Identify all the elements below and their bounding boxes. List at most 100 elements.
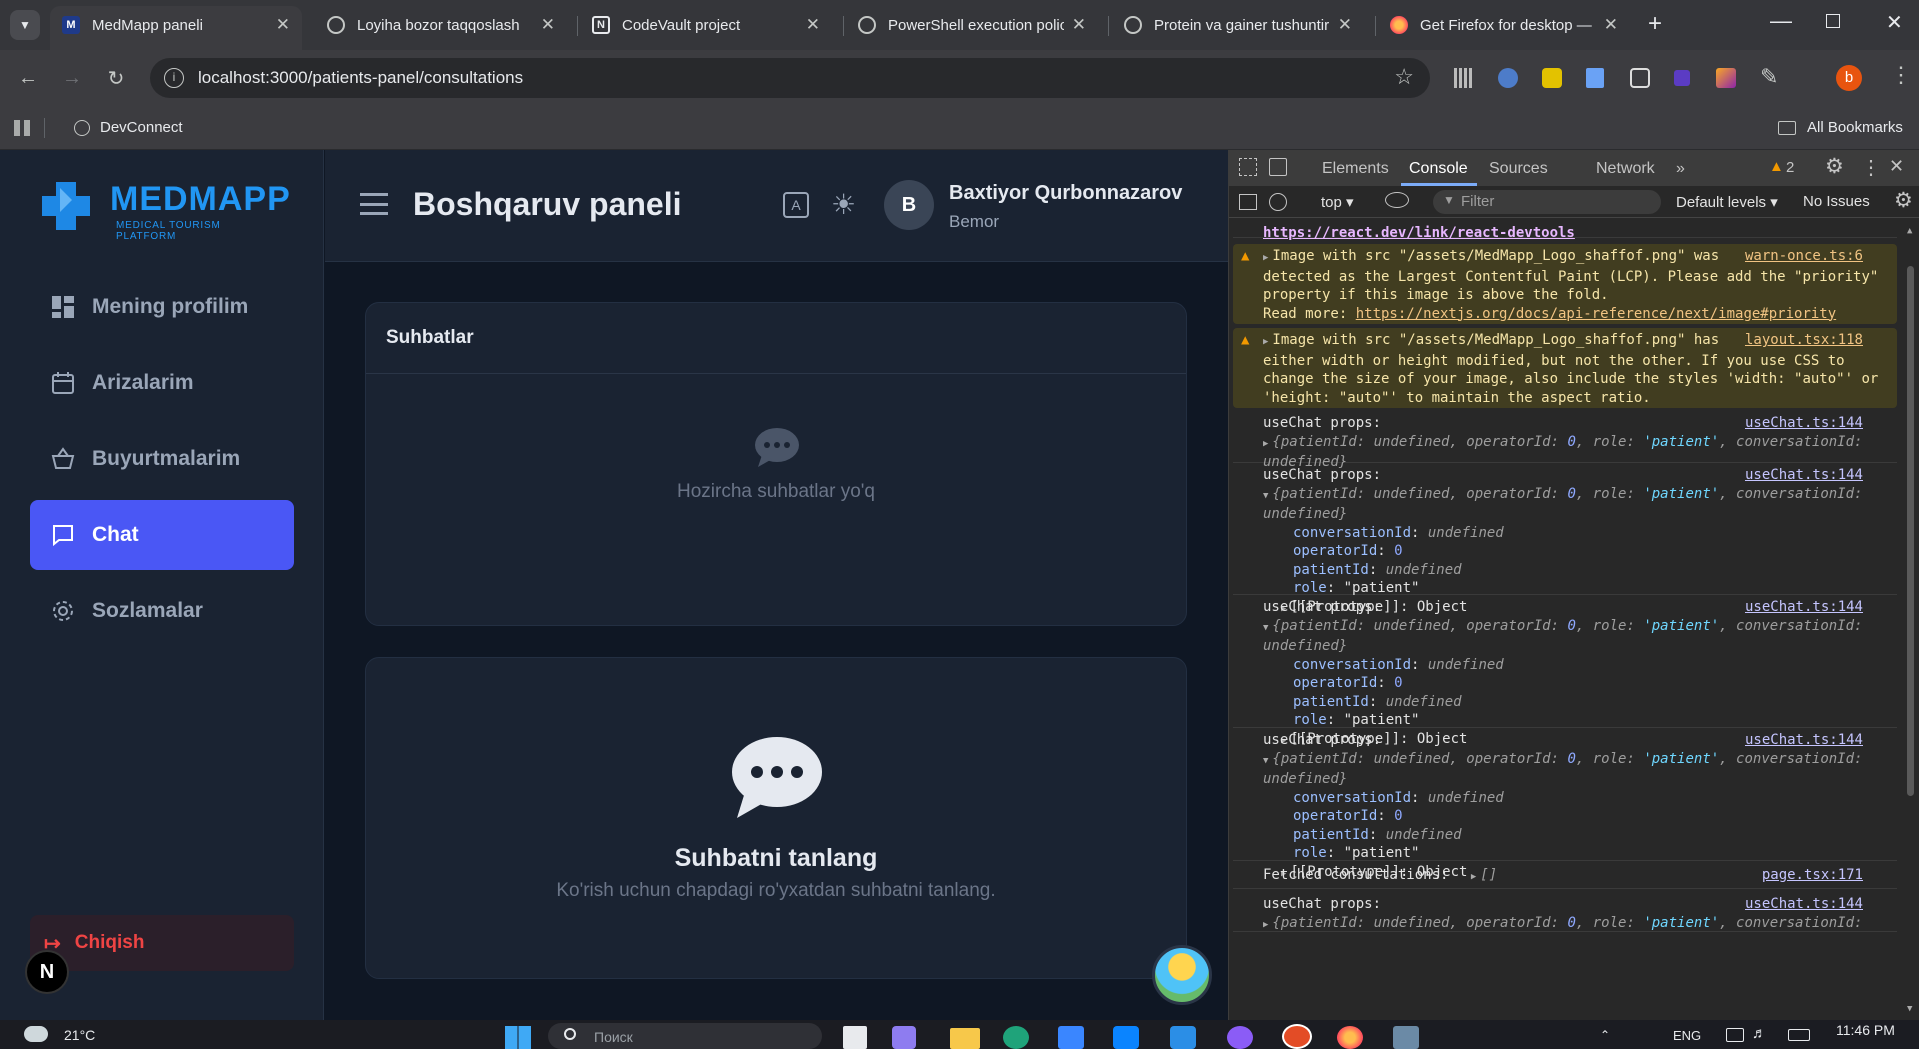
- reload-icon[interactable]: ↻: [102, 64, 130, 92]
- more-tabs-icon[interactable]: »: [1676, 160, 1685, 178]
- device-toolbar-icon[interactable]: [1269, 158, 1287, 176]
- volume-icon[interactable]: ♬: [1752, 1025, 1767, 1042]
- site-info-icon[interactable]: i: [164, 68, 184, 88]
- sun-icon[interactable]: ☀: [831, 188, 856, 221]
- bookmark-devconnect[interactable]: DevConnect: [100, 119, 183, 136]
- forward-icon[interactable]: →: [58, 64, 86, 92]
- source-link[interactable]: useChat.ts:144: [1745, 598, 1863, 617]
- source-link[interactable]: warn-once.ts:6: [1745, 247, 1863, 266]
- battery-icon[interactable]: [1788, 1029, 1810, 1041]
- browser-tab-5[interactable]: Protein va gainer tushuntir ✕: [1112, 6, 1364, 44]
- tab-console[interactable]: Console: [1409, 160, 1468, 178]
- browser-tab-2[interactable]: Loyiha bozor taqqoslash ✕: [315, 6, 567, 44]
- edge-icon[interactable]: [1003, 1026, 1029, 1049]
- inspect-element-icon[interactable]: [1239, 158, 1257, 176]
- user-avatar[interactable]: B: [884, 180, 934, 230]
- firefox-icon[interactable]: [1337, 1026, 1363, 1049]
- close-tab-icon[interactable]: ✕: [1072, 15, 1086, 35]
- bookmark-star-icon[interactable]: ☆: [1394, 64, 1414, 90]
- weather-icon[interactable]: [24, 1026, 48, 1042]
- close-tab-icon[interactable]: ✕: [541, 15, 555, 35]
- collapse-arrow-icon[interactable]: ▼: [1263, 619, 1268, 638]
- close-tab-icon[interactable]: ✕: [1338, 15, 1352, 35]
- context-select[interactable]: top ▾: [1321, 193, 1354, 211]
- minimize-window-button[interactable]: —: [1770, 8, 1792, 34]
- console-scrollbar[interactable]: ▲ ▼: [1905, 226, 1915, 1014]
- extension-icon[interactable]: [1716, 68, 1736, 88]
- restore-window-button[interactable]: [1826, 14, 1840, 28]
- taskbar-app-icon[interactable]: [1227, 1026, 1253, 1049]
- translate-icon[interactable]: A: [783, 192, 809, 218]
- expand-arrow-icon[interactable]: ▶: [1263, 435, 1268, 454]
- sidebar-item-orders[interactable]: Buyurtmalarim: [30, 424, 294, 494]
- weather-temp[interactable]: 21°C: [64, 1027, 95, 1043]
- devtools-settings-icon[interactable]: ⚙: [1825, 154, 1844, 179]
- sidebar-item-applications[interactable]: Arizalarim: [30, 348, 294, 418]
- sidebar-item-chat[interactable]: Chat: [30, 500, 294, 570]
- close-tab-icon[interactable]: ✕: [806, 15, 820, 35]
- devtools-menu-icon[interactable]: ⋮: [1861, 155, 1881, 180]
- close-window-button[interactable]: ✕: [1886, 10, 1903, 35]
- taskbar-app-icon[interactable]: [892, 1026, 916, 1049]
- extension-icon[interactable]: [1542, 68, 1562, 88]
- expand-arrow-icon[interactable]: ▶: [1471, 868, 1476, 887]
- network-icon[interactable]: [1726, 1028, 1744, 1042]
- address-bar[interactable]: i localhost:3000/patients-panel/consulta…: [150, 58, 1430, 98]
- issues-button[interactable]: No Issues: [1803, 193, 1870, 210]
- source-link[interactable]: useChat.ts:144: [1745, 895, 1863, 914]
- hamburger-menu-icon[interactable]: [360, 193, 388, 215]
- taskbar-app-icon[interactable]: [1393, 1026, 1419, 1049]
- source-link[interactable]: useChat.ts:144: [1745, 466, 1863, 485]
- browser-tab-medmapp[interactable]: M MedMapp paneli ✕: [50, 6, 302, 50]
- tab-elements[interactable]: Elements: [1322, 160, 1389, 178]
- collapse-arrow-icon[interactable]: ▼: [1263, 487, 1268, 506]
- close-tab-icon[interactable]: ✕: [276, 15, 290, 35]
- url-text[interactable]: localhost:3000/patients-panel/consultati…: [198, 68, 523, 88]
- store-icon[interactable]: [1058, 1026, 1084, 1049]
- browser-menu-icon[interactable]: ⋮: [1890, 62, 1912, 88]
- windows-start-icon[interactable]: [505, 1026, 531, 1049]
- extension-icon[interactable]: [1630, 68, 1650, 88]
- source-link[interactable]: useChat.ts:144: [1745, 414, 1863, 433]
- sidebar-toggle-icon[interactable]: [1239, 194, 1257, 210]
- expand-arrow-icon[interactable]: ▶: [1263, 333, 1268, 352]
- chevron-up-icon[interactable]: ⌃: [1600, 1028, 1610, 1042]
- vscode-icon[interactable]: [1170, 1026, 1196, 1049]
- browser-tab-4[interactable]: PowerShell execution polic ✕: [846, 6, 1098, 44]
- warning-icon[interactable]: ▲: [1769, 158, 1784, 175]
- beach-assistant-icon[interactable]: [1152, 945, 1212, 1005]
- new-tab-button[interactable]: +: [1648, 10, 1662, 38]
- taskbar-app-icon[interactable]: [843, 1026, 867, 1049]
- devtools-close-icon[interactable]: ✕: [1889, 156, 1904, 177]
- warning-count[interactable]: 2: [1786, 159, 1794, 176]
- clock-time[interactable]: 11:46 PM: [1836, 1022, 1895, 1038]
- browser-tab-3[interactable]: N CodeVault project ✕: [580, 6, 832, 44]
- logout-button[interactable]: ↦ Chiqish: [30, 915, 294, 971]
- tab-network[interactable]: Network: [1596, 160, 1655, 178]
- taskbar-app-icon[interactable]: [1113, 1026, 1139, 1049]
- clear-console-icon[interactable]: [1269, 193, 1287, 211]
- sidebar-item-settings[interactable]: Sozlamalar: [30, 576, 294, 646]
- tab-sources[interactable]: Sources: [1489, 160, 1548, 178]
- browser-tab-6[interactable]: Get Firefox for desktop — ✕: [1378, 6, 1630, 44]
- puzzle-icon[interactable]: ✎: [1760, 64, 1778, 90]
- source-link[interactable]: layout.tsx:118: [1745, 331, 1863, 350]
- file-explorer-icon[interactable]: [950, 1028, 980, 1049]
- apps-grid-icon[interactable]: [14, 120, 30, 136]
- extension-icon[interactable]: [1674, 70, 1690, 86]
- console-settings-icon[interactable]: ⚙: [1894, 188, 1913, 213]
- extension-icon[interactable]: [1586, 68, 1604, 88]
- nextjs-dev-badge[interactable]: N: [25, 950, 69, 994]
- all-bookmarks[interactable]: All Bookmarks: [1807, 119, 1903, 136]
- taskbar-search[interactable]: Поиск: [548, 1023, 822, 1049]
- chrome-icon[interactable]: [1282, 1024, 1312, 1049]
- sidebar-item-profile[interactable]: Mening profilim: [30, 272, 294, 342]
- language-indicator[interactable]: ENG: [1673, 1028, 1701, 1043]
- react-devtools-link[interactable]: https://react.dev/link/react-devtools: [1263, 224, 1575, 243]
- source-link[interactable]: page.tsx:171: [1762, 866, 1863, 885]
- qr-extension-icon[interactable]: [1454, 68, 1474, 88]
- close-tab-icon[interactable]: ✕: [1604, 15, 1618, 35]
- log-levels-select[interactable]: Default levels ▾: [1676, 193, 1778, 211]
- source-link[interactable]: useChat.ts:144: [1745, 731, 1863, 750]
- collapse-arrow-icon[interactable]: ▼: [1263, 752, 1268, 771]
